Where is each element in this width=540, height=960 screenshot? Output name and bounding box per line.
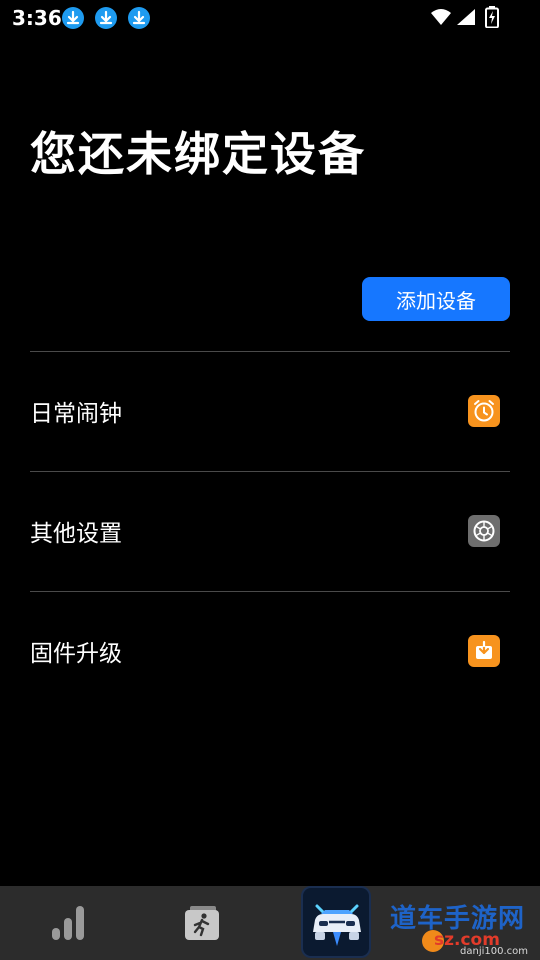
- settings-gear-icon: [468, 515, 500, 547]
- battery-charging-icon: [485, 6, 499, 28]
- running-card-icon: [185, 906, 219, 940]
- menu-item-label: 日常闹钟: [30, 401, 122, 427]
- download-icon: [128, 7, 150, 29]
- nav-tab-car[interactable]: [301, 886, 371, 958]
- menu-item-other-settings[interactable]: 其他设置: [30, 496, 510, 566]
- nav-tab-stats[interactable]: [8, 886, 128, 960]
- menu-item-alarm[interactable]: 日常闹钟: [30, 376, 510, 446]
- status-bar: 3:36: [0, 0, 540, 36]
- firmware-download-icon: [468, 635, 500, 667]
- signal-icon: [457, 9, 475, 25]
- watermark: 道车手游网 sz.com danji100.com: [390, 898, 535, 960]
- watermark-small: danji100.com: [460, 946, 528, 957]
- add-device-button[interactable]: 添加设备: [362, 277, 510, 321]
- status-time: 3:36: [12, 6, 62, 30]
- menu-item-label: 其他设置: [30, 521, 122, 547]
- nav-tab-sport[interactable]: [142, 886, 262, 960]
- menu-item-label: 固件升级: [30, 641, 122, 667]
- divider: [30, 591, 510, 592]
- car-app-icon: [313, 904, 361, 946]
- download-icon: [62, 7, 84, 29]
- download-icon: [95, 7, 117, 29]
- alarm-clock-icon: [468, 395, 500, 427]
- divider: [30, 351, 510, 352]
- page-title: 您还未绑定设备: [30, 127, 366, 181]
- wifi-icon: [431, 9, 451, 25]
- menu-item-firmware-upgrade[interactable]: 固件升级: [30, 616, 510, 686]
- divider: [30, 471, 510, 472]
- stats-bars-icon: [52, 906, 84, 940]
